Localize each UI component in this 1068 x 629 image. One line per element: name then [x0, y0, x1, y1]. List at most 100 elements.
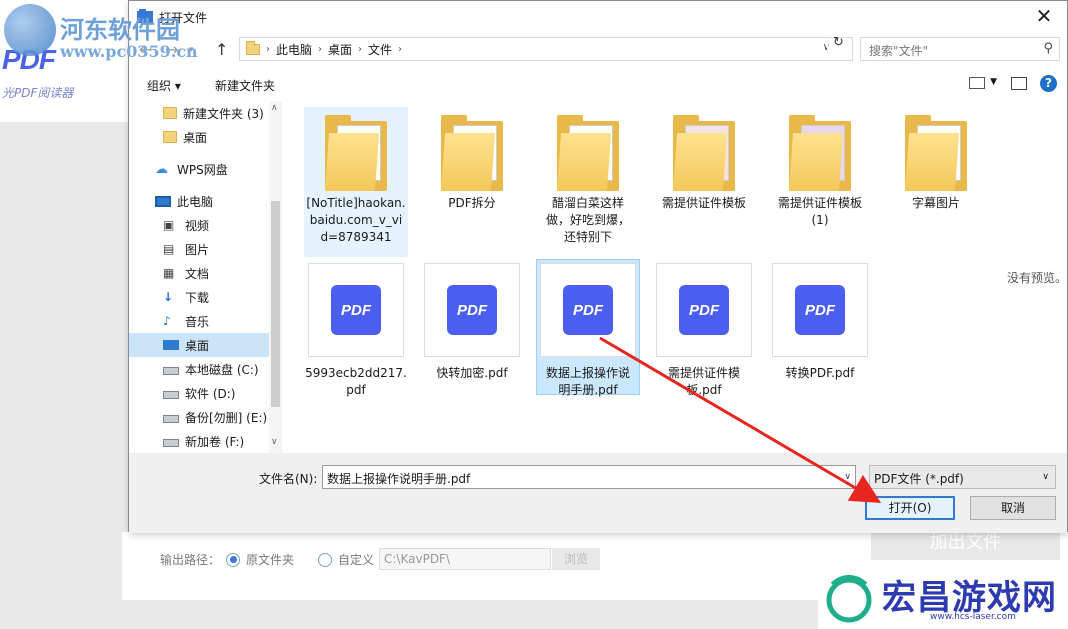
- new-folder-button[interactable]: 新建文件夹: [215, 77, 275, 94]
- close-icon: ✕: [1035, 4, 1053, 28]
- chevron-down-icon[interactable]: ∨: [844, 472, 851, 482]
- watermark-logo-icon: [826, 575, 872, 623]
- sidebar-item-drive-e[interactable]: 备份[勿删] (E:): [129, 405, 269, 429]
- sidebar-item-documents[interactable]: ▦ 文档: [129, 261, 269, 285]
- sidebar-item-drive-d[interactable]: 软件 (D:): [129, 381, 269, 405]
- cloud-icon: ☁: [155, 162, 168, 177]
- sidebar-item-drive-f[interactable]: 新加卷 (F:): [129, 429, 269, 453]
- folder-icon: [673, 115, 735, 191]
- folder-icon: [163, 131, 177, 143]
- sidebar-item-this-pc[interactable]: 此电脑: [129, 189, 269, 213]
- sidebar-item-pictures[interactable]: ▤ 图片: [129, 237, 269, 261]
- video-icon: ▣: [163, 218, 175, 232]
- pdf-icon: PDF: [563, 285, 613, 335]
- navigation-bar: ← → ▾ ↑ › 此电脑 › 桌面 › 文件 › ∨ ↻ 搜索"文件" ⚲: [129, 33, 1067, 65]
- filename-value: 数据上报操作说明手册.pdf: [327, 472, 471, 486]
- sidebar-item-label: 下载: [185, 290, 210, 305]
- sidebar-item-drive-c[interactable]: 本地磁盘 (C:): [129, 357, 269, 381]
- sidebar-item-videos[interactable]: ▣ 视频: [129, 213, 269, 237]
- drive-icon: [163, 439, 179, 447]
- sidebar-item-new-folder-3[interactable]: 新建文件夹 (3): [129, 101, 269, 125]
- pdf-icon: PDF: [679, 285, 729, 335]
- list-item[interactable]: 需提供证件模板 (1): [768, 107, 872, 229]
- sidebar-item-desktop[interactable]: 桌面: [129, 333, 269, 357]
- list-item[interactable]: [NoTitle]haokan.baidu.com_v_vid=8789341: [304, 107, 408, 257]
- list-item[interactable]: PDF拆分: [420, 107, 524, 212]
- view-options-icon[interactable]: [969, 77, 985, 89]
- radio-custom-folder[interactable]: [318, 552, 333, 567]
- list-item[interactable]: PDF 转换PDF.pdf: [768, 261, 872, 382]
- breadcrumb-desktop[interactable]: 桌面: [328, 41, 352, 58]
- search-input[interactable]: 搜索"文件" ⚲: [860, 37, 1060, 61]
- browse-button[interactable]: 浏览: [552, 548, 600, 570]
- pdf-thumbnail: PDF: [424, 263, 520, 357]
- scroll-up-icon[interactable]: ∧: [271, 103, 278, 113]
- list-item[interactable]: PDF 快转加密.pdf: [420, 261, 524, 382]
- app-logo-subtitle: 光PDF阅读器: [2, 86, 74, 100]
- list-item[interactable]: 字幕图片: [884, 107, 988, 212]
- sidebar-item-label: 音乐: [185, 314, 210, 329]
- watermark-url: www.pc0359.cn: [60, 42, 198, 61]
- dialog-footer: 文件名(N): 数据上报操作说明手册.pdf ∨ PDF文件 (*.pdf) ∨…: [129, 453, 1067, 533]
- pdf-thumbnail: PDF: [308, 263, 404, 357]
- list-item[interactable]: 醋溜白菜这样做，好吃到爆，还特别下: [536, 107, 640, 246]
- scroll-down-icon[interactable]: ∨: [271, 437, 278, 447]
- pdf-icon: PDF: [331, 285, 381, 335]
- filetype-value: PDF文件 (*.pdf): [874, 472, 964, 486]
- file-name: PDF拆分: [448, 196, 496, 210]
- breadcrumb-separator-icon: ›: [318, 43, 323, 55]
- scrollbar-thumb[interactable]: [271, 201, 280, 407]
- sidebar-item-music[interactable]: ♪ 音乐: [129, 309, 269, 333]
- pc-icon: [155, 195, 171, 207]
- output-path-input[interactable]: C:\KavPDF\: [379, 548, 551, 570]
- list-item[interactable]: PDF 5993ecb2dd217.pdf: [304, 261, 408, 399]
- list-item-selected[interactable]: PDF 数据上报操作说明手册.pdf: [536, 259, 640, 397]
- drive-icon: [163, 415, 179, 423]
- refresh-icon[interactable]: ↻: [827, 35, 849, 53]
- radio-original-folder[interactable]: [226, 552, 241, 567]
- sidebar-item-downloads[interactable]: ↓ 下载: [129, 285, 269, 309]
- picture-icon: ▤: [163, 242, 175, 256]
- help-icon[interactable]: ?: [1040, 75, 1057, 92]
- sidebar-item-label: 新加卷 (F:): [185, 434, 245, 449]
- breadcrumb-files[interactable]: 文件: [368, 41, 392, 58]
- list-item[interactable]: PDF 需提供证件模板.pdf: [652, 261, 756, 399]
- file-name: 字幕图片: [911, 196, 960, 210]
- pdf-thumbnail: PDF: [540, 263, 636, 357]
- address-bar[interactable]: › 此电脑 › 桌面 › 文件 › ∨: [239, 37, 853, 61]
- file-name: 快转加密.pdf: [436, 366, 508, 380]
- watermark-url: www.hcs-laser.com: [930, 612, 1016, 622]
- navigation-pane: 新建文件夹 (3) 桌面 ☁ WPS网盘 此电脑 ▣ 视频 ▤ 图片 ▦ 文档 ↓ 下载 …: [129, 101, 282, 453]
- sidebar-item-desktop-folder[interactable]: 桌面: [129, 125, 269, 149]
- folder-icon: [163, 107, 177, 119]
- breadcrumb-pc[interactable]: 此电脑: [276, 41, 312, 58]
- file-name: 5993ecb2dd217.pdf: [305, 366, 407, 397]
- document-icon: ▦: [163, 266, 175, 280]
- drive-icon: [163, 391, 179, 399]
- radio-custom-folder-label: 自定义: [338, 553, 375, 567]
- search-icon: ⚲: [1043, 41, 1053, 56]
- drive-icon: [163, 367, 179, 375]
- open-file-dialog: 打开文件 ✕ ← → ▾ ↑ › 此电脑 › 桌面 › 文件 › ∨ ↻ 搜索"…: [128, 0, 1068, 533]
- list-item[interactable]: 需提供证件模板: [652, 107, 756, 212]
- pdf-thumbnail: PDF: [772, 263, 868, 357]
- chevron-down-icon[interactable]: ▼: [990, 77, 997, 87]
- filetype-select[interactable]: PDF文件 (*.pdf) ∨: [869, 465, 1056, 489]
- up-arrow-icon[interactable]: ↑: [215, 40, 228, 59]
- file-list: [NoTitle]haokan.baidu.com_v_vid=8789341 …: [299, 101, 999, 453]
- organize-menu[interactable]: 组织 ▾: [147, 77, 181, 94]
- close-button[interactable]: ✕: [1021, 1, 1067, 31]
- pdf-icon: PDF: [447, 285, 497, 335]
- sidebar-item-label: 桌面: [185, 338, 210, 353]
- sidebar-scrollbar[interactable]: ∧ ∨: [269, 101, 281, 453]
- file-name: [NoTitle]haokan.baidu.com_v_vid=8789341: [306, 196, 406, 244]
- open-button[interactable]: 打开(O): [865, 496, 955, 520]
- sidebar-item-label: 新建文件夹 (3): [183, 106, 264, 121]
- file-name: 转换PDF.pdf: [785, 366, 855, 380]
- preview-pane-icon[interactable]: [1011, 77, 1027, 90]
- folder-icon: [557, 115, 619, 191]
- cancel-button[interactable]: 取消: [970, 496, 1056, 520]
- sidebar-item-wps-cloud[interactable]: ☁ WPS网盘: [129, 157, 269, 181]
- sidebar-item-label: 文档: [185, 266, 210, 281]
- filename-input[interactable]: 数据上报操作说明手册.pdf ∨: [322, 465, 856, 489]
